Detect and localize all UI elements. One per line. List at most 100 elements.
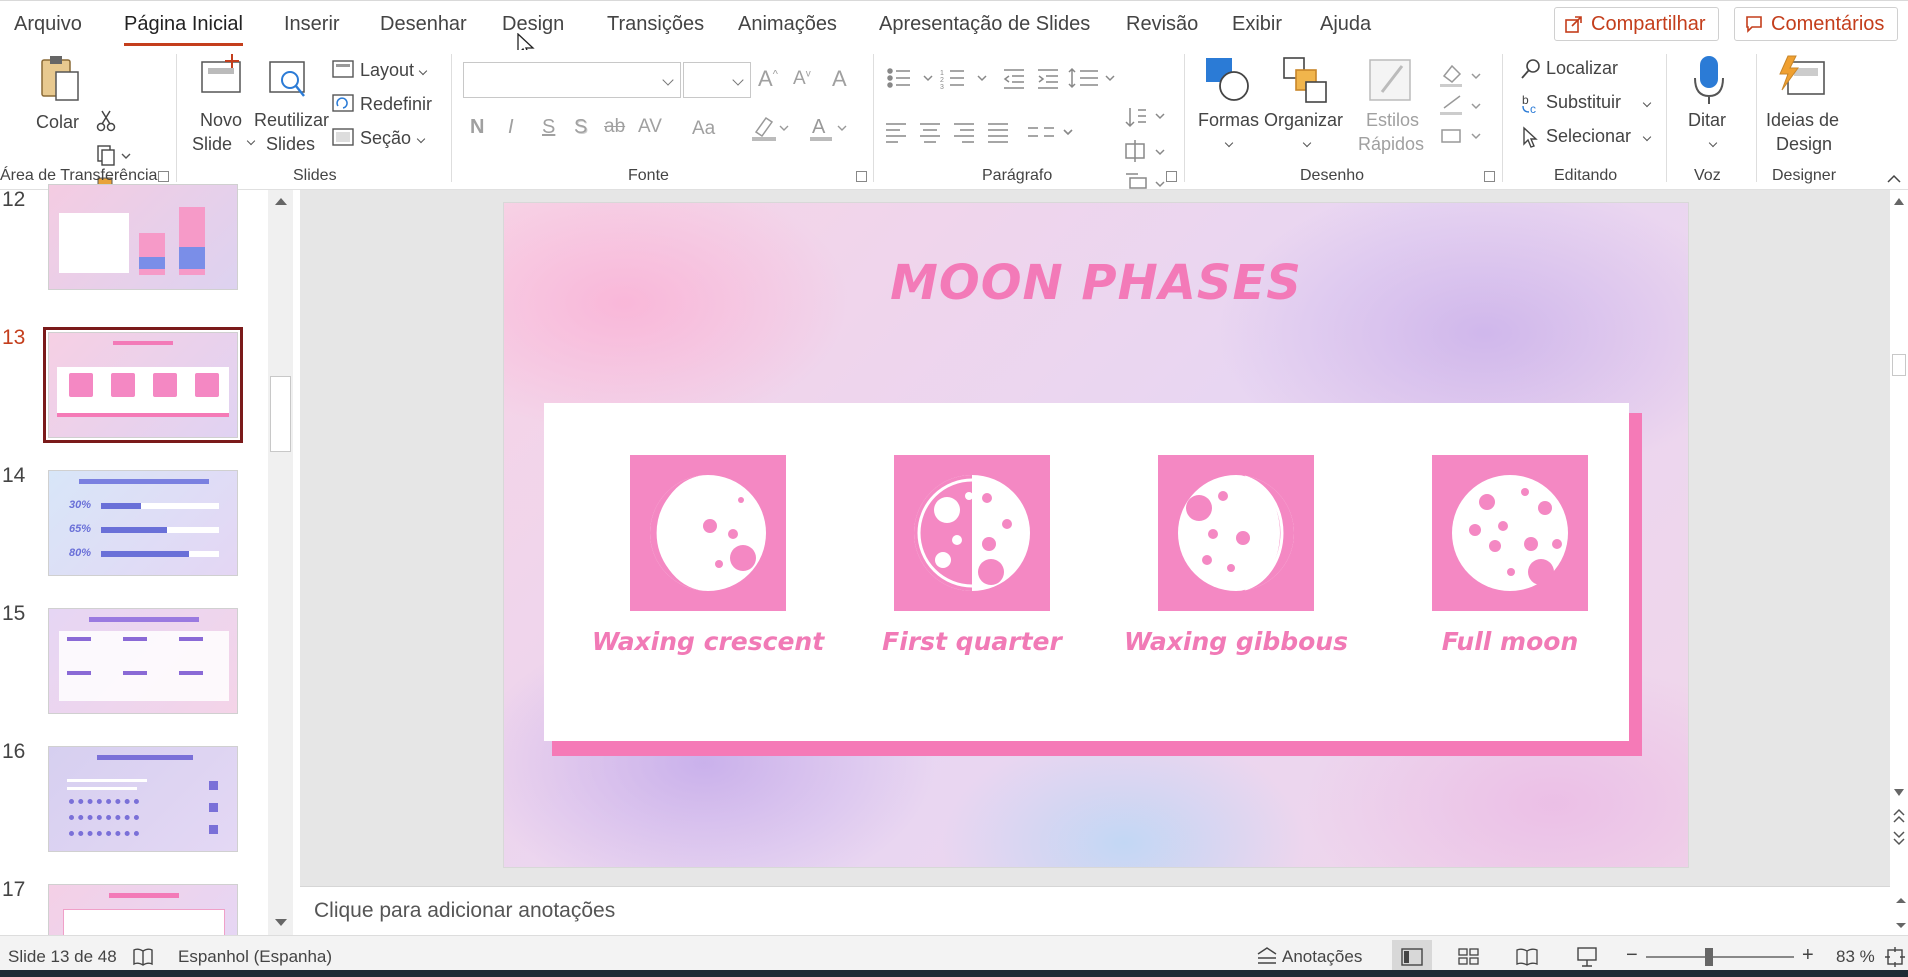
notes-placeholder: Clique para adicionar anotações — [314, 899, 616, 922]
text-direction-controls[interactable] — [1124, 104, 1170, 190]
comments-button[interactable]: Comentários — [1734, 7, 1898, 41]
arrange-button[interactable]: Organizar — [1262, 54, 1344, 166]
layout-button[interactable]: Layout — [332, 58, 436, 84]
quick-styles-button[interactable]: Estilos Rápidos — [1346, 54, 1430, 166]
phase-full-moon[interactable]: Full moon — [1432, 455, 1588, 656]
italic-button[interactable]: I — [508, 116, 514, 139]
tab-pagina-inicial[interactable]: Página Inicial — [124, 13, 243, 46]
scroll-up-icon[interactable] — [1893, 196, 1905, 206]
font-launcher[interactable] — [856, 171, 867, 182]
bold-button[interactable]: N — [470, 116, 484, 139]
slide-thumbnail-15[interactable] — [48, 608, 238, 714]
zoom-out-button[interactable]: − — [1626, 944, 1638, 967]
shape-format-controls[interactable] — [1438, 60, 1484, 156]
design-ideas-label-2: Design — [1776, 134, 1833, 154]
editor-scroll-thumb[interactable] — [1892, 354, 1906, 376]
shrink-font-icon[interactable]: Av — [793, 68, 811, 90]
tab-apresentacao[interactable]: Apresentação de Slides — [879, 13, 1090, 36]
phase-waxing-crescent[interactable]: Waxing crescent — [592, 455, 824, 656]
select-button[interactable]: Selecionar — [1518, 124, 1652, 150]
cut-icon[interactable] — [96, 110, 116, 132]
thumbnail-scrollbar[interactable] — [268, 190, 293, 935]
slide-title[interactable]: MOON PHASES — [504, 255, 1688, 311]
waxing-gibbous-moon-icon — [1178, 475, 1294, 591]
tab-revisao[interactable]: Revisão — [1126, 13, 1198, 36]
shapes-button[interactable]: Formas — [1196, 54, 1260, 166]
slide-number-12: 12 — [2, 188, 26, 211]
underline-button[interactable]: S — [542, 116, 555, 139]
section-button[interactable]: Seção — [332, 126, 436, 152]
section-icon — [332, 128, 354, 146]
slide-thumbnail-14[interactable]: 30% 65% 80% — [48, 470, 238, 576]
next-slide-icon[interactable] — [1893, 830, 1905, 846]
slide-thumbnail-12[interactable] — [48, 184, 238, 290]
clear-format-icon[interactable]: A — [832, 66, 847, 92]
collapse-ribbon-icon[interactable] — [1886, 174, 1902, 184]
phases-card[interactable]: Waxing crescent First quarter Waxing gib… — [544, 403, 1629, 741]
scroll-down-icon[interactable] — [274, 918, 288, 928]
clipboard-group-label: Área de Transferência — [0, 167, 158, 184]
reuse-slides-button[interactable]: Reutilizar Slides — [252, 54, 329, 164]
tab-animacoes[interactable]: Animações — [738, 13, 837, 36]
reset-button[interactable]: Redefinir — [332, 92, 440, 118]
slide-thumbnail-16[interactable] — [48, 746, 238, 852]
language-indicator[interactable]: Espanhol (Espanha) — [178, 947, 332, 967]
change-case-button[interactable]: Aa — [692, 118, 715, 140]
previous-slide-icon[interactable] — [1893, 808, 1905, 824]
phase-waxing-gibbous[interactable]: Waxing gibbous — [1124, 455, 1348, 656]
slide-number-13: 13 — [2, 326, 26, 349]
accessibility-book-icon[interactable] — [132, 947, 154, 967]
shadow-button[interactable]: S — [574, 116, 587, 139]
font-family-combo[interactable] — [463, 62, 681, 98]
list-indent-controls[interactable]: 123 — [884, 66, 1174, 94]
slide-thumbnail-13[interactable] — [43, 327, 243, 443]
normal-view-button[interactable] — [1392, 940, 1432, 974]
zoom-in-button[interactable]: + — [1802, 944, 1814, 967]
drawing-group-label: Desenho — [1300, 167, 1365, 184]
zoom-slider-track[interactable] — [1646, 956, 1794, 958]
paragraph-group-label: Parágrafo — [982, 167, 1053, 184]
scroll-up-icon[interactable] — [274, 196, 288, 206]
notes-toggle-button[interactable]: Anotações — [1254, 942, 1362, 972]
clipboard-launcher[interactable] — [158, 171, 169, 182]
zoom-slider-handle[interactable] — [1705, 948, 1713, 966]
slide-sorter-icon[interactable] — [1458, 948, 1480, 966]
tab-inserir[interactable]: Inserir — [284, 13, 340, 36]
strikethrough-button[interactable]: ab — [604, 116, 625, 138]
new-slide-button[interactable]: Novo Slide — [192, 54, 256, 164]
find-button[interactable]: Localizar — [1518, 56, 1628, 82]
notes-scroll-icon[interactable] — [1894, 895, 1908, 931]
font-group-label: Fonte — [628, 167, 669, 184]
scroll-down-icon[interactable] — [1893, 788, 1905, 798]
replace-button[interactable]: bc Substituir — [1518, 90, 1652, 116]
editor-scrollbar[interactable] — [1890, 190, 1908, 886]
zoom-level[interactable]: 83 % — [1836, 947, 1875, 967]
paragraph-launcher[interactable] — [1166, 171, 1177, 182]
dictate-button[interactable]: Ditar — [1680, 54, 1740, 166]
tab-desenhar[interactable]: Desenhar — [380, 13, 467, 36]
share-icon — [1565, 16, 1582, 33]
grow-font-icon[interactable]: A^ — [758, 66, 778, 92]
font-size-combo[interactable] — [683, 62, 751, 98]
copy-icon[interactable] — [96, 144, 132, 166]
highlight-icon[interactable] — [750, 114, 790, 142]
share-button[interactable]: Compartilhar — [1554, 7, 1719, 41]
os-taskbar-edge — [0, 970, 1908, 977]
tab-exibir[interactable]: Exibir — [1232, 13, 1282, 36]
tab-arquivo[interactable]: Arquivo — [14, 13, 82, 36]
phase-first-quarter[interactable]: First quarter — [882, 455, 1062, 656]
notes-pane[interactable]: Clique para adicionar anotações — [300, 886, 1906, 935]
tab-ajuda[interactable]: Ajuda — [1320, 13, 1371, 36]
drawing-launcher[interactable] — [1484, 171, 1495, 182]
paste-button[interactable]: Colar — [30, 54, 88, 148]
tab-transicoes[interactable]: Transições — [607, 13, 704, 36]
font-color-icon[interactable]: A — [808, 114, 848, 142]
char-spacing-button[interactable]: AV — [638, 116, 662, 138]
design-ideas-button[interactable]: Ideias de Design — [1762, 54, 1846, 166]
thumbnail-scroll-thumb[interactable] — [270, 376, 291, 452]
reading-view-icon[interactable] — [1516, 948, 1538, 966]
current-slide[interactable]: MOON PHASES Waxing crescent First quarte… — [503, 202, 1689, 868]
slideshow-icon[interactable] — [1576, 946, 1598, 968]
slide-thumbnail-17[interactable] — [48, 884, 238, 936]
fit-to-window-icon[interactable] — [1884, 946, 1906, 968]
